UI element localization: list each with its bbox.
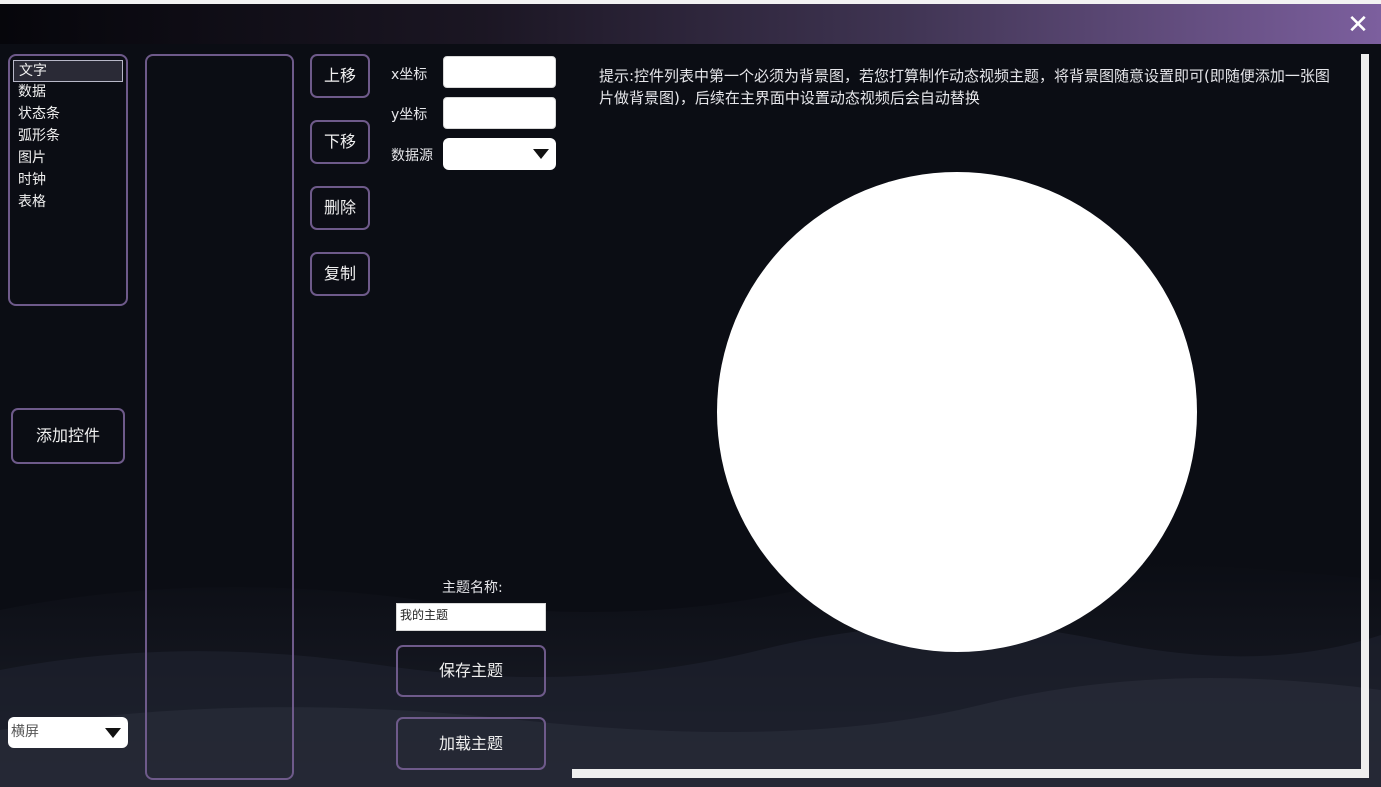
- list-item[interactable]: 表格: [13, 192, 123, 214]
- y-coordinate-field[interactable]: [443, 97, 556, 129]
- preview-canvas-bottom-edge: [572, 769, 1369, 778]
- widget-type-list: 文字 数据 状态条 弧形条 图片 时钟 表格: [8, 54, 128, 306]
- list-item[interactable]: 数据: [13, 82, 123, 104]
- hint-text: 提示:控件列表中第一个必须为背景图，若您打算制作动态视频主题，将背景图随意设置即…: [599, 67, 1330, 107]
- theme-name-label: 主题名称:: [442, 580, 503, 596]
- added-controls-list[interactable]: [145, 54, 294, 780]
- chevron-down-icon: [533, 149, 549, 159]
- close-icon[interactable]: ✕: [1345, 12, 1371, 38]
- list-item[interactable]: 时钟: [13, 170, 123, 192]
- copy-button[interactable]: 复制: [310, 252, 370, 296]
- title-bar: ✕: [0, 0, 1381, 44]
- x-coordinate-label: x坐标: [391, 67, 428, 83]
- preview-canvas-right-edge: [1361, 54, 1369, 773]
- theme-name-field[interactable]: 我的主题: [396, 603, 546, 631]
- delete-button[interactable]: 删除: [310, 186, 370, 230]
- preview-circle[interactable]: [717, 172, 1197, 652]
- list-item[interactable]: 文字: [13, 60, 123, 82]
- list-item[interactable]: 图片: [13, 148, 123, 170]
- window-top-edge: [0, 0, 1381, 4]
- datasource-select[interactable]: [443, 138, 556, 170]
- move-up-button[interactable]: 上移: [310, 54, 370, 98]
- y-coordinate-label: y坐标: [391, 107, 428, 123]
- list-item[interactable]: 状态条: [13, 104, 123, 126]
- list-item[interactable]: 弧形条: [13, 126, 123, 148]
- save-theme-button[interactable]: 保存主题: [396, 645, 546, 697]
- datasource-label: 数据源: [391, 148, 433, 164]
- x-coordinate-field[interactable]: [443, 56, 556, 88]
- orientation-select[interactable]: 横屏: [8, 717, 128, 748]
- chevron-down-icon: [105, 728, 121, 738]
- load-theme-button[interactable]: 加载主题: [396, 717, 546, 770]
- move-down-button[interactable]: 下移: [310, 120, 370, 164]
- add-widget-button[interactable]: 添加控件: [11, 408, 125, 464]
- orientation-select-value: 横屏: [11, 724, 39, 740]
